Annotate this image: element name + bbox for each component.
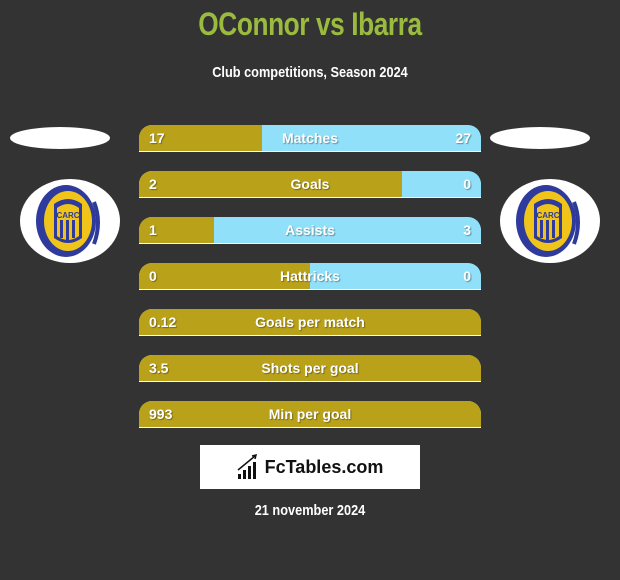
left-player-name-placeholder <box>10 127 110 149</box>
stat-row-goals: 2 Goals 0 <box>139 171 481 197</box>
stat-row-hattricks: 0 Hattricks 0 <box>139 263 481 289</box>
left-club-logo: CARC <box>20 179 120 263</box>
stat-row-shots-per-goal: 3.5 Shots per goal <box>139 355 481 381</box>
right-player-name-placeholder <box>490 127 590 149</box>
svg-text:CARC: CARC <box>536 211 559 220</box>
stat-row-assists: 1 Assists 3 <box>139 217 481 243</box>
page-title: OConnor vs Ibarra <box>198 6 422 42</box>
right-value: 27 <box>455 130 471 146</box>
stat-label: Goals <box>290 176 330 192</box>
stat-row-goals-per-match: 0.12 Goals per match <box>139 309 481 335</box>
svg-text:CARC: CARC <box>56 211 79 220</box>
club-crest-icon: CARC <box>516 185 580 257</box>
right-value: 0 <box>463 268 471 284</box>
right-value: 3 <box>463 222 471 238</box>
stat-row-matches: 17 Matches 27 <box>139 125 481 151</box>
stat-label: Hattricks <box>280 268 340 284</box>
bar-chart-icon <box>237 454 257 479</box>
page-subtitle: Club competitions, Season 2024 <box>212 64 408 81</box>
right-value: 0 <box>463 176 471 192</box>
stat-row-min-per-goal: 993 Min per goal <box>139 401 481 427</box>
fctables-brand[interactable]: FcTables.com <box>200 445 420 489</box>
stat-label: Goals per match <box>255 314 365 330</box>
date-label: 21 november 2024 <box>254 502 366 519</box>
brand-name: FcTables.com <box>264 456 384 477</box>
stat-label: Shots per goal <box>261 360 359 376</box>
club-crest-icon: CARC <box>36 185 100 257</box>
stat-label: Matches <box>281 130 339 146</box>
stat-label: Min per goal <box>268 406 352 422</box>
right-club-logo: CARC <box>500 179 600 263</box>
stat-label: Assists <box>285 222 335 238</box>
